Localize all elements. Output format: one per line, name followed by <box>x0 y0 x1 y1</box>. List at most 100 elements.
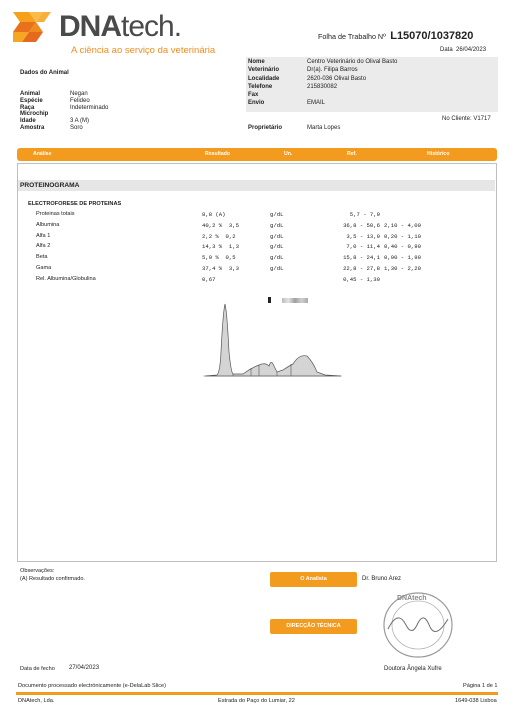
worksheet-number: L15070/1037820 <box>390 30 474 42</box>
row-reference: 0,45 - 1,30 <box>343 275 380 283</box>
header-historico: Histórico <box>427 151 450 157</box>
header-analise: Análise <box>33 151 52 157</box>
row-reference: 3,5 - 13,9 <box>346 232 380 240</box>
table-row: Rel. Albumina/Globulina 0,67 0,45 - 1,30 <box>0 276 519 287</box>
clinic-field-label: Envio <box>248 100 265 107</box>
logo-brand-suffix: tech. <box>121 10 182 43</box>
row-reference: 5,7 - 7,9 <box>349 211 380 218</box>
row-reference: 22,8 - 27,8 <box>343 264 380 272</box>
observations-text: (A) Resultado confirmado. <box>20 576 85 582</box>
owner-label: Proprietário <box>248 125 283 131</box>
animal-field-row: Idade 3 A (M) <box>20 118 170 125</box>
animal-field-row: Raça Indeterminado <box>20 105 170 112</box>
footer-divider <box>16 692 498 695</box>
header-ref: Ref. <box>347 151 357 157</box>
animal-section-title: Dados do Animal <box>20 70 69 76</box>
row-analysis-name: Gama <box>36 264 52 271</box>
clinic-field-label: Fax <box>248 92 259 99</box>
row-unit: g/dL <box>270 221 284 229</box>
worksheet-line: Folha de Trabalho Nº L15070/1037820 <box>318 26 473 44</box>
clinic-field-row: Veterinário Dr(a). Filipa Barros <box>248 67 496 75</box>
table-row: Gama 37,4 % 3,3 g/dL 22,8 - 27,8 1,30 - 2,20 <box>0 265 519 276</box>
clinic-field-value: Dr(a). Filipa Barros <box>307 67 358 74</box>
clinic-field-value: 215830082 <box>307 83 338 90</box>
row-result: 5,9 % 0,5 <box>202 254 236 262</box>
animal-field-row: Animal Negan <box>20 91 170 98</box>
row-analysis-name: Alfa 1 <box>36 232 51 239</box>
clinic-field-row: Localidade 2620-036 Olival Basto <box>248 76 496 84</box>
footer-postal: 1649-038 Lisboa <box>455 698 497 704</box>
analyst-button[interactable]: O Analista <box>270 572 357 587</box>
section-subtitle: ELECTROFORESE DE PROTEINAS <box>28 201 122 207</box>
footer-processed: Documento processado electrónicamente (e… <box>18 683 166 689</box>
table-row: Beta 5,9 % 0,5 g/dL 15,8 - 24,1 0,90 - 1,90 <box>0 254 519 265</box>
row-result: 14,3 % 1,3 <box>202 243 239 251</box>
row-reference-absolute: 2,10 - 4,00 <box>384 221 421 229</box>
footer-company: DNAtech, Lda. <box>18 698 55 704</box>
row-unit: g/dL <box>270 243 284 251</box>
row-result: 40,2 % 3,5 <box>202 221 239 229</box>
table-row: Albumina 40,2 % 3,5 g/dL 36,8 - 50,6 2,10 - … <box>0 222 519 233</box>
animal-field-row: Espécie Felideo <box>20 98 170 105</box>
closing-label: Data de fecho <box>20 666 55 672</box>
logo-mark-icon <box>13 12 51 42</box>
clinic-field-value: EMAIL <box>307 100 326 107</box>
section-bar <box>18 180 495 191</box>
row-unit: g/dL <box>270 254 284 262</box>
animal-field-label: Amostra <box>20 124 45 131</box>
animal-fields: Animal Negan Espécie Felideo Raça Indetermina… <box>20 91 170 132</box>
section-title: PROTEINOGRAMA <box>20 182 80 189</box>
row-unit: g/dL <box>270 211 284 218</box>
observations-label: Observações: <box>20 568 55 574</box>
table-row: Alfa 1 2,2 % 0,2 g/dL 3,5 - 13,9 0,20 - 1,10 <box>0 233 519 244</box>
clinic-field-row: Envio EMAIL <box>248 100 496 108</box>
row-result: 2,2 % 0,2 <box>202 232 236 240</box>
clinic-field-value: 2620-036 Olival Basto <box>307 75 367 82</box>
logo-tagline: A ciência ao serviço da veterinária <box>71 45 216 56</box>
analyst-name: Dr. Bruno Arez <box>362 576 402 582</box>
footer-address: Estrada do Paço do Lumiar, 22 <box>218 698 295 704</box>
clinic-fields: Nome Centro Veterinário do Olival Basto Ve… <box>248 59 496 109</box>
header-unit: Un. <box>284 151 293 157</box>
row-reference-absolute: 1,30 - 2,20 <box>384 264 421 272</box>
electrophoresis-curve <box>203 303 342 377</box>
animal-field-row: Microchip <box>20 111 170 118</box>
row-analysis-name: Rel. Albumina/Globulina <box>36 275 96 282</box>
clinic-field-label: Nome <box>248 59 265 65</box>
row-reference: 7,0 - 11,4 <box>346 243 380 251</box>
table-row: Proteinas totais 8,8 (A) g/dL 5,7 - 7,9 <box>0 211 519 222</box>
row-result: 0,67 <box>202 275 216 283</box>
animal-field-value: Soro <box>70 124 83 131</box>
results-table-header: Análise Resultado Un. Ref. Histórico <box>17 148 497 161</box>
results-rows: Proteinas totais 8,8 (A) g/dL 5,7 - 7,9 Albu… <box>0 211 519 287</box>
row-result: 37,4 % 3,3 <box>202 264 239 272</box>
date-value: 26/04/2023 <box>456 47 487 53</box>
row-reference-absolute: 0,20 - 1,10 <box>384 232 421 240</box>
row-analysis-name: Beta <box>36 254 48 261</box>
date-line: Data 26/04/2023 <box>440 47 486 55</box>
row-reference: 36,8 - 50,6 <box>343 221 380 229</box>
row-result: 8,8 (A) <box>202 211 226 218</box>
client-number: No Cliente: V1717 <box>442 116 491 122</box>
owner-value: Marta Lopes <box>307 125 341 131</box>
clinic-field-row: Telefone 215830082 <box>248 84 496 92</box>
header-resultado: Resultado <box>205 151 231 157</box>
clinic-field-label: Veterinário <box>248 67 280 74</box>
stamp-text: DNAtech <box>397 595 427 602</box>
worksheet-label: Folha de Trabalho Nº <box>318 32 386 41</box>
director-name: Doutora Ângela Xufre <box>384 666 442 672</box>
row-reference-absolute: 0,90 - 1,90 <box>384 254 421 262</box>
clinic-field-row: Fax <box>248 92 496 100</box>
clinic-field-label: Telefone <box>248 83 273 90</box>
row-reference-absolute: 0,40 - 0,90 <box>384 243 421 251</box>
row-unit: g/dL <box>270 232 284 240</box>
clinic-field-label: Localidade <box>248 75 280 82</box>
row-analysis-name: Proteinas totais <box>36 211 75 217</box>
row-reference: 15,8 - 24,1 <box>343 254 380 262</box>
row-unit: g/dL <box>270 264 284 272</box>
logo: DNAtech. A ciência ao serviço da veterin… <box>13 10 223 58</box>
row-analysis-name: Alfa 2 <box>36 243 51 250</box>
row-analysis-name: Albumina <box>36 221 60 228</box>
clinic-field-row: Nome Centro Veterinário do Olival Basto <box>248 59 496 67</box>
direction-button[interactable]: DIRECÇÃO TÉCNICA <box>270 619 357 634</box>
